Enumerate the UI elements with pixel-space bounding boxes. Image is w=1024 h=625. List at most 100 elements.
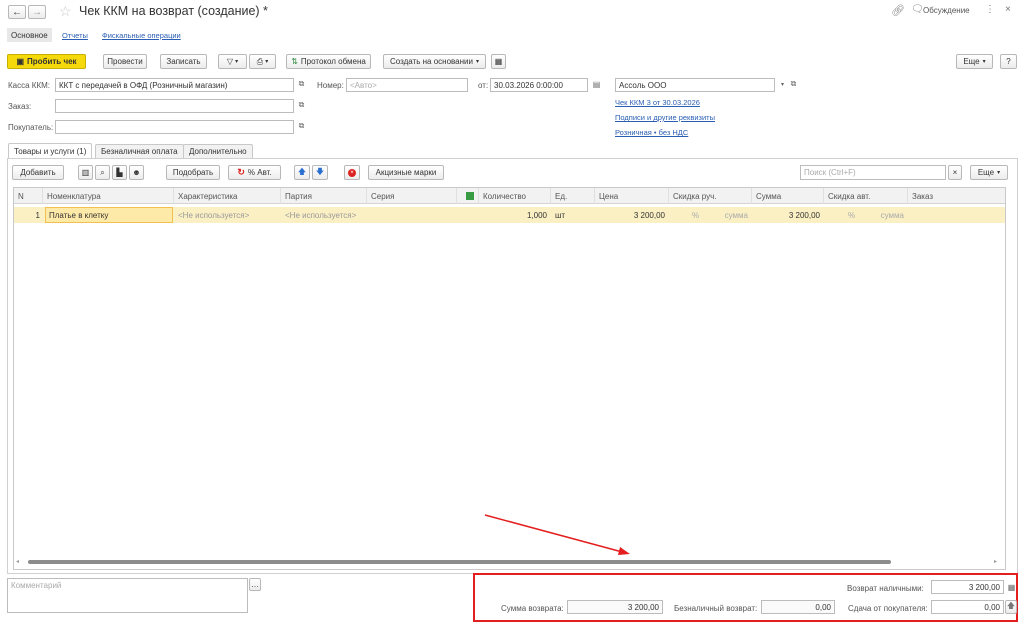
chevron-down-icon: ▾ [475,59,479,65]
cell-disc-auto-sum[interactable]: сумма [864,207,904,223]
annotation-arrow [484,514,630,555]
col-sum[interactable]: Сумма [752,188,824,204]
cell-disc-manual-sum[interactable]: сумма [708,207,748,223]
col-series[interactable]: Серия [367,188,457,204]
filter-icon: ▽ [226,57,234,66]
comment-expand-button[interactable]: … [249,578,261,591]
date-field[interactable]: 30.03.2026 0:00:00 [490,78,588,92]
cell-unit[interactable]: шт [555,207,593,223]
move-up-button[interactable]: 🡅 [294,165,310,180]
tab-goods[interactable]: Товары и услуги (1) [8,143,93,158]
cell-order[interactable] [912,207,1002,223]
cell-qty[interactable]: 1,000 [479,207,547,223]
forward-button[interactable]: → [28,5,46,19]
col-unit[interactable]: Ед. [551,188,595,204]
delete-button[interactable]: × [344,165,360,180]
barcode-button[interactable]: ▥ [78,165,93,180]
cell-item[interactable]: Платье в клетку [45,207,173,223]
open-icon[interactable]: ⧉ [296,120,307,132]
col-characteristic[interactable]: Характеристика [174,188,281,204]
help-button[interactable]: ? [1000,54,1017,69]
cell-disc-manual-pct[interactable]: % [692,207,704,223]
cell-disc-auto-pct[interactable]: % [848,207,860,223]
clear-search-button[interactable]: × [948,165,962,180]
link-icon[interactable]: 🔗︎ [891,4,905,17]
percent-auto-button[interactable]: ↻ % Авт. [228,165,281,180]
col-disc-auto[interactable]: Скидка авт. [824,188,908,204]
structure-button[interactable]: ▦ [491,54,506,69]
delete-icon: × [348,168,356,177]
col-item[interactable]: Номенклатура [43,188,174,204]
save-button[interactable]: Записать [160,54,207,69]
col-n[interactable]: N [14,188,43,204]
excise-button[interactable]: Акцизные марки [368,165,444,180]
table-row[interactable]: 1 Платье в клетку <Не используется> <Не … [14,207,1005,223]
scroll-thumb[interactable] [28,560,891,564]
move-down-button[interactable]: 🡇 [312,165,328,180]
scroll-right-icon[interactable]: ▸ [994,558,997,565]
search-input[interactable]: Поиск (Ctrl+F) [800,165,946,180]
col-price[interactable]: Цена [595,188,669,204]
discussion-icon[interactable]: 🗨︎ [911,4,924,15]
scanner-button[interactable]: ⌕ [95,165,110,180]
nav-tab-fiscal[interactable]: Фискальные операции [102,31,181,40]
signatures-link[interactable]: Подписи и другие реквизиты [615,113,715,122]
calendar-icon[interactable]: ▤ [591,78,602,90]
col-series-check[interactable] [457,188,479,204]
comment-field[interactable]: Комментарий [7,578,248,613]
chevron-down-icon: ▾ [997,170,1001,176]
change-calc-button[interactable]: 🡅 [1005,600,1017,614]
cash-return-field[interactable]: 3 200,00 [931,580,1004,594]
organization-field[interactable]: Ассоль ООО [615,78,775,92]
tsd-button[interactable]: ▙ [112,165,127,180]
col-order[interactable]: Заказ [908,188,1005,204]
number-field[interactable]: <Авто> [346,78,468,92]
check-link[interactable]: Чек ККМ 3 от 30.03.2026 [615,98,700,107]
post-button[interactable]: Провести [103,54,147,69]
change-label: Сдача от покупателя: [848,604,928,613]
change-field[interactable]: 0,00 [931,600,1004,614]
add-button[interactable]: Добавить [12,165,64,180]
dropdown-icon[interactable]: ▾ [777,78,788,90]
close-icon[interactable]: × [1005,4,1011,15]
more-button[interactable]: Еще ▾ [956,54,993,69]
scroll-left-icon[interactable]: ◂ [16,558,19,565]
kassa-field[interactable]: ККТ с передачей в ОФД (Розничный магазин… [55,78,294,92]
calculator-icon[interactable]: ▦ [1006,581,1017,593]
tax-link[interactable]: Розничная • без НДС [615,128,688,137]
nav-tab-reports[interactable]: Отчеты [62,31,88,40]
barcode-icon: ▥ [81,168,90,177]
open-icon[interactable]: ⧉ [296,99,307,111]
nav-tab-main[interactable]: Основное [7,28,52,42]
exchange-log-button[interactable]: ⇅ Протокол обмена [286,54,371,69]
col-disc-manual[interactable]: Скидка руч. [669,188,752,204]
tab-noncash[interactable]: Безналичная оплата [95,144,184,158]
open-icon[interactable]: ⧉ [296,78,307,90]
table-more-button[interactable]: Еще ▾ [970,165,1008,180]
print-dropdown-button[interactable]: ⎙ ▾ [249,54,276,69]
back-button[interactable]: ← [8,5,26,19]
tab-additional[interactable]: Дополнительно [183,144,253,158]
user-button[interactable]: ☻ [129,165,144,180]
cell-batch[interactable]: <Не используется> [285,207,365,223]
cell-price[interactable]: 3 200,00 [595,207,665,223]
more-menu-icon[interactable]: ⋮ [985,4,995,15]
favorite-star-icon[interactable]: ☆ [59,3,72,20]
cell-characteristic[interactable]: <Не используется> [178,207,278,223]
print-check-button[interactable]: ▣ Пробить чек [7,54,86,69]
pick-button[interactable]: Подобрать [166,165,220,180]
table-header: N Номенклатура Характеристика Партия Сер… [14,188,1005,204]
order-field[interactable] [55,99,294,113]
number-label: Номер: [317,81,344,90]
create-based-on-button[interactable]: Создать на основании ▾ [383,54,486,69]
refresh-icon: ↻ [237,167,245,177]
open-icon[interactable]: ⧉ [788,78,799,90]
filter-dropdown-button[interactable]: ▽ ▾ [218,54,247,69]
buyer-field[interactable] [55,120,294,134]
return-sum-field: 3 200,00 [567,600,663,614]
col-qty[interactable]: Количество [479,188,551,204]
discussion-link[interactable]: Обсуждение [923,6,970,15]
col-batch[interactable]: Партия [281,188,367,204]
cell-sum[interactable]: 3 200,00 [752,207,820,223]
cell-series[interactable] [371,207,451,223]
